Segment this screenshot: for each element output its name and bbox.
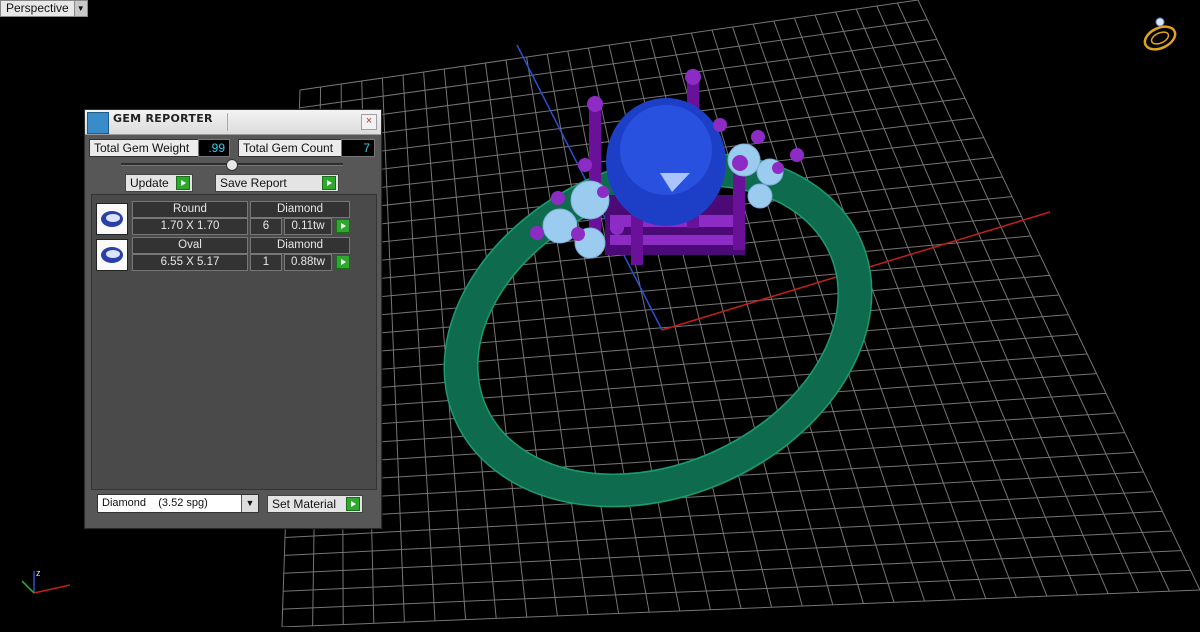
total-gem-count-label: Total Gem Count — [238, 139, 347, 157]
panel-slider-handle[interactable] — [226, 159, 238, 171]
material-select[interactable]: Diamond (3.52 spg) ▼ — [97, 494, 259, 513]
panel-titlebar[interactable]: GEM REPORTER × — [85, 110, 381, 135]
ring-model — [443, 69, 873, 508]
gem-thumbnail-icon — [96, 239, 128, 271]
update-button[interactable]: Update — [125, 174, 193, 192]
grid-line — [284, 510, 1163, 556]
grid-line — [732, 26, 926, 602]
play-icon — [322, 176, 336, 190]
grid-line — [855, 8, 1109, 594]
update-button-label: Update — [130, 176, 169, 190]
gem-weight: 0.88tw — [284, 254, 332, 271]
total-gem-weight-label: Total Gem Weight — [89, 139, 202, 157]
chevron-down-icon[interactable]: ▼ — [73, 1, 87, 16]
gem-weight: 0.11tw — [284, 218, 332, 235]
total-gem-count-value: 7 — [341, 139, 375, 157]
set-material-button[interactable]: Set Material — [267, 495, 363, 513]
grid-line — [281, 589, 1200, 628]
grid-line — [283, 530, 1172, 574]
gem-row[interactable]: Round 1.70 X 1.70 Diamond 6 0.11tw — [94, 201, 356, 235]
viewport-label: Perspective — [1, 1, 74, 16]
grid-line — [284, 491, 1154, 538]
save-report-button-label: Save Report — [220, 176, 287, 190]
gem-row[interactable]: Oval 6.55 X 5.17 Diamond 1 0.88tw — [94, 237, 356, 271]
gem-reporter-icon — [87, 112, 109, 134]
chevron-down-icon[interactable]: ▼ — [241, 495, 258, 512]
gem-size: 1.70 X 1.70 — [132, 218, 248, 235]
save-report-button[interactable]: Save Report — [215, 174, 339, 192]
gem-shape: Round — [132, 201, 248, 218]
titlebar-divider — [227, 113, 228, 131]
gem-reporter-panel: GEM REPORTER × Total Gem Weight .99 Tota… — [84, 109, 382, 529]
gem-list: Round 1.70 X 1.70 Diamond 6 0.11tw Oval … — [91, 194, 377, 490]
material-select-value: Diamond (3.52 spg) — [102, 497, 208, 509]
select-gem-icon[interactable] — [336, 219, 350, 233]
ring-icon — [1143, 17, 1177, 51]
panel-title: GEM REPORTER — [113, 112, 213, 125]
svg-text:z: z — [36, 568, 41, 578]
grid-line — [793, 17, 1017, 598]
gem-material: Diamond — [250, 201, 350, 218]
gem-size: 6.55 X 5.17 — [132, 254, 248, 271]
play-icon — [176, 176, 190, 190]
play-icon — [346, 497, 360, 511]
set-material-button-label: Set Material — [272, 497, 337, 511]
gem-count: 6 — [250, 218, 282, 235]
viewport-title-tab[interactable]: Perspective ▼ — [0, 0, 88, 17]
grid-line — [289, 333, 1078, 395]
gem-thumbnail-icon — [96, 203, 128, 235]
total-gem-weight-value: .99 — [198, 139, 230, 157]
axis-triad-icon: z — [21, 568, 71, 594]
grid-line — [282, 569, 1191, 610]
grid-line — [773, 20, 987, 599]
grid-line — [283, 550, 1182, 592]
select-gem-icon[interactable] — [336, 255, 350, 269]
gem-material: Diamond — [250, 237, 350, 254]
close-icon[interactable]: × — [361, 114, 377, 130]
construction-grid — [281, 0, 1200, 628]
gem-shape: Oval — [132, 237, 248, 254]
gem-count: 1 — [250, 254, 282, 271]
